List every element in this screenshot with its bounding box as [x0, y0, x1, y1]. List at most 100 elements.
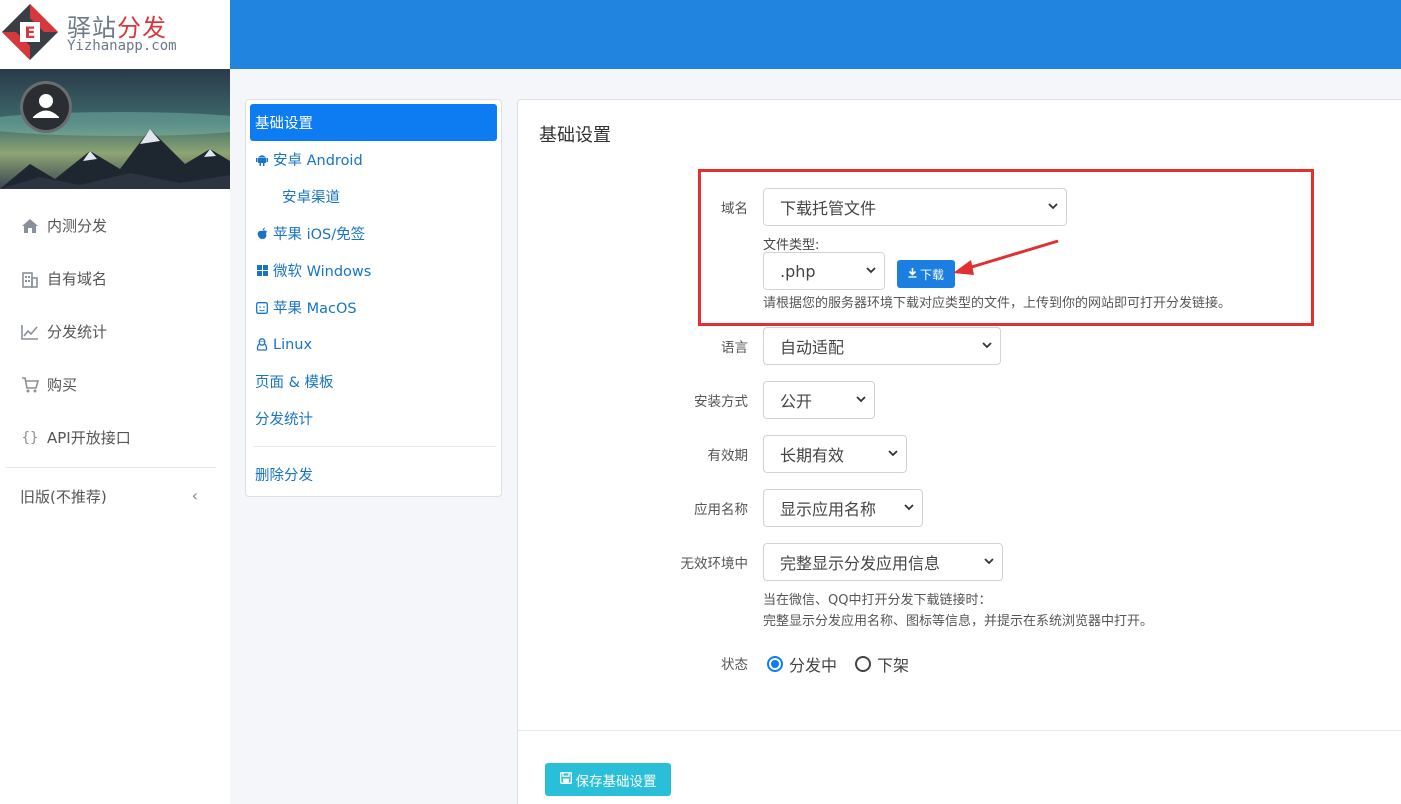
sidebar-item-label: 旧版(不推荐) — [20, 487, 107, 506]
sidebar-item-label: 内测分发 — [47, 217, 108, 235]
invalid-env-select-value: 完整显示分发应用信息 — [780, 554, 941, 573]
save-button-label: 保存基础设置 — [575, 773, 657, 790]
status-radio-off-label: 下架 — [877, 656, 910, 675]
validity-select[interactable]: 长期有效 — [763, 435, 907, 473]
submenu-item-label: 删除分发 — [255, 468, 313, 484]
submenu-item-label: 安卓渠道 — [282, 190, 340, 206]
status-radio-on[interactable]: 分发中 — [767, 652, 837, 676]
android-icon — [255, 153, 269, 166]
linux-icon — [255, 338, 269, 351]
file-type-select[interactable]: .php — [763, 252, 885, 290]
domain-label: 域名 — [721, 201, 748, 217]
sidebar-item-label: 购买 — [47, 376, 78, 394]
windows-icon — [255, 265, 269, 276]
sidebar-item-beta-distribution[interactable]: 内测分发 — [0, 199, 230, 252]
chevron-down-icon — [904, 504, 914, 511]
user-panel — [0, 69, 230, 189]
app-name-select-value: 显示应用名称 — [780, 500, 877, 519]
chevron-down-icon — [984, 558, 994, 565]
chart-line-icon — [20, 322, 40, 342]
building-icon — [20, 269, 40, 289]
sidebar-item-own-domain[interactable]: 自有域名 — [0, 252, 230, 305]
card-footer-divider — [518, 730, 1401, 731]
submenu-item-android-channel[interactable]: 安卓渠道 — [250, 178, 497, 215]
submenu-item-statistics[interactable]: 分发统计 — [250, 400, 497, 437]
invalid-env-help-line2: 完整显示分发应用名称、图标等信息，并提示在系统浏览器中打开。 — [763, 614, 1154, 629]
install-method-select[interactable]: 公开 — [763, 381, 875, 419]
validity-label: 有效期 — [707, 448, 749, 464]
file-type-label: 文件类型: — [763, 238, 820, 253]
sidebar-item-statistics[interactable]: 分发统计 — [0, 305, 230, 358]
status-radio-off[interactable]: 下架 — [855, 652, 909, 676]
submenu-item-macos[interactable]: 苹果 MacOS — [250, 289, 497, 326]
sidebar-item-label: API开放接口 — [47, 429, 131, 447]
domain-select-value: 下载托管文件 — [780, 199, 877, 218]
radio-unchecked-icon — [855, 656, 871, 672]
card-title: 基础设置 — [539, 125, 611, 146]
status-radio-on-label: 分发中 — [789, 656, 838, 675]
save-disk-icon — [559, 771, 572, 787]
invalid-env-label: 无效环境中 — [680, 556, 749, 572]
chevron-down-icon — [1048, 203, 1058, 210]
submenu-item-label: Linux — [273, 336, 313, 353]
submenu-item-label: 基础设置 — [255, 116, 313, 132]
submenu-divider — [254, 446, 496, 447]
submenu-item-basic-settings[interactable]: 基础设置 — [250, 104, 497, 141]
submenu-item-android[interactable]: 安卓 Android — [250, 141, 497, 178]
language-select[interactable]: 自动适配 — [763, 327, 1001, 365]
chevron-down-icon — [856, 396, 866, 403]
status-label: 状态 — [721, 657, 748, 673]
app-name-select[interactable]: 显示应用名称 — [763, 489, 923, 527]
submenu-item-label: 页面 & 模板 — [255, 375, 334, 391]
save-basic-settings-button[interactable]: 保存基础设置 — [545, 763, 671, 796]
language-select-value: 自动适配 — [780, 338, 845, 357]
apple-icon — [255, 227, 269, 240]
invalid-env-select[interactable]: 完整显示分发应用信息 — [763, 543, 1003, 581]
submenu-item-label: 苹果 MacOS — [273, 301, 357, 317]
user-avatar[interactable] — [20, 81, 72, 133]
sidebar-menu: 内测分发 自有域名 分发统计 购买 {} API开放接口 旧版(不推荐) ‹ — [0, 199, 230, 524]
svg-text:E: E — [25, 23, 36, 42]
language-label: 语言 — [721, 340, 748, 356]
chevron-down-icon — [982, 342, 992, 349]
chevron-left-icon: ‹ — [191, 486, 198, 505]
red-arrow-annotation-icon — [953, 239, 1059, 275]
brand-logo[interactable]: E 驿站分发 Yizhanapp.com — [0, 0, 230, 69]
download-button-label: 下载 — [919, 267, 944, 282]
basic-settings-card: 基础设置 域名 下载托管文件 文件类型: .php 下载 请根据您的服务器环境下… — [517, 99, 1401, 804]
chevron-down-icon — [866, 267, 876, 274]
braces-icon: {} — [21, 429, 39, 446]
download-icon — [908, 267, 917, 281]
app-name-label: 应用名称 — [694, 502, 748, 518]
logo-mark-icon: E — [2, 4, 58, 60]
sidebar-item-purchase[interactable]: 购买 — [0, 358, 230, 411]
settings-submenu: 基础设置 安卓 Android 安卓渠道 苹果 iOS/免签 微软 Window… — [245, 99, 502, 497]
cart-icon — [20, 375, 40, 395]
submenu-item-label: 分发统计 — [255, 412, 313, 428]
sidebar-item-api[interactable]: {} API开放接口 — [0, 411, 230, 464]
submenu-item-linux[interactable]: Linux — [250, 326, 497, 363]
sidebar-item-label: 分发统计 — [47, 323, 108, 341]
home-icon — [20, 216, 40, 236]
radio-checked-icon — [767, 656, 783, 672]
brand-subtitle: Yizhanapp.com — [67, 38, 177, 54]
chevron-down-icon — [888, 450, 898, 457]
install-method-select-value: 公开 — [780, 392, 813, 411]
submenu-item-label: 安卓 Android — [273, 153, 363, 169]
sidebar-item-old-version[interactable]: 旧版(不推荐) ‹ — [0, 468, 230, 524]
submenu-item-ios[interactable]: 苹果 iOS/免签 — [250, 215, 497, 252]
submenu-item-delete[interactable]: 删除分发 — [250, 456, 497, 493]
validity-select-value: 长期有效 — [780, 446, 845, 465]
submenu-item-label: 微软 Windows — [273, 264, 372, 280]
file-type-select-value: .php — [780, 261, 816, 281]
submenu-item-page-template[interactable]: 页面 & 模板 — [250, 363, 497, 400]
domain-help-text: 请根据您的服务器环境下载对应类型的文件，上传到你的网站即可打开分发链接。 — [763, 296, 1232, 311]
invalid-env-help-line1: 当在微信、QQ中打开分发下载链接时： — [763, 593, 992, 608]
main-sidebar: 内测分发 自有域名 分发统计 购买 {} API开放接口 旧版(不推荐) ‹ — [0, 69, 230, 804]
submenu-item-label: 苹果 iOS/免签 — [273, 227, 366, 243]
domain-select[interactable]: 下载托管文件 — [763, 188, 1067, 226]
submenu-item-windows[interactable]: 微软 Windows — [250, 252, 497, 289]
sidebar-item-label: 自有域名 — [47, 270, 108, 288]
user-icon — [33, 94, 59, 118]
macos-icon — [255, 301, 269, 314]
